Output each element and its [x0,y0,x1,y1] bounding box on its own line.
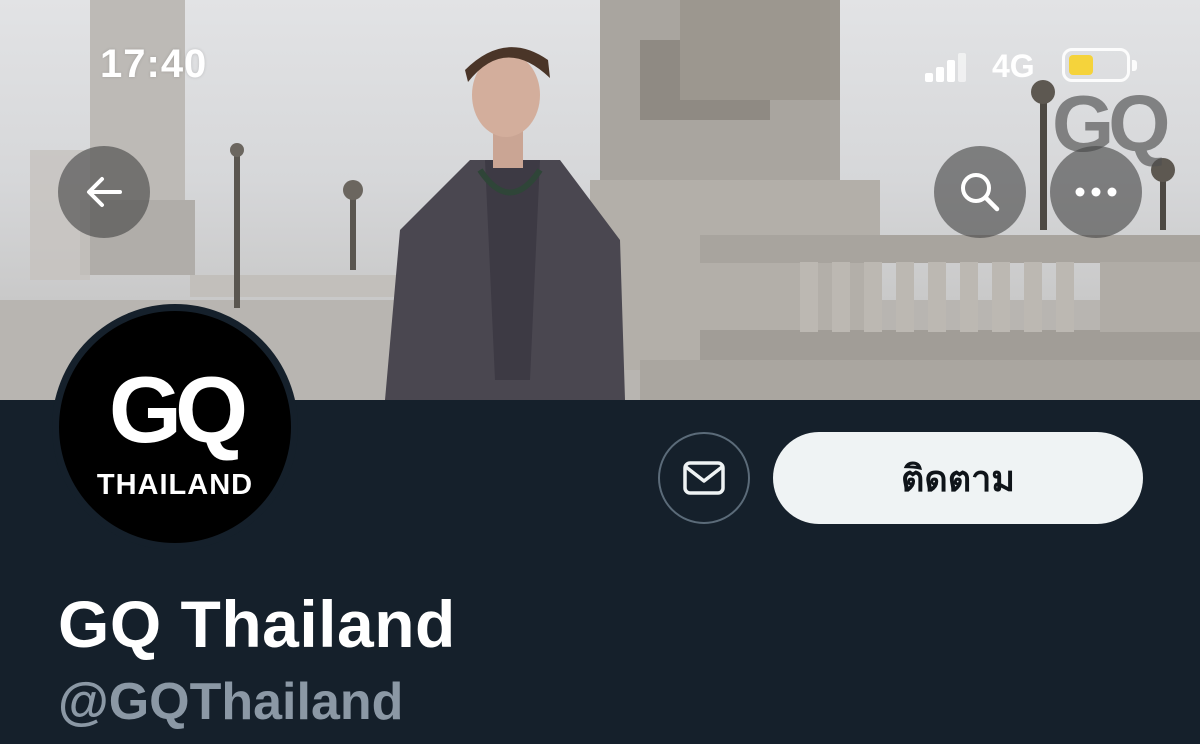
message-button[interactable] [658,432,750,524]
arrow-left-icon [87,177,122,207]
profile-display-name: GQ Thailand [58,587,456,661]
status-time: 17:40 [100,42,208,86]
avatar-logo-subtext: THAILAND [96,469,254,501]
more-horizontal-icon [1075,187,1117,197]
follow-button[interactable]: ติดตาม [773,432,1143,524]
search-button[interactable] [934,146,1026,238]
profile-handle: @GQThailand [58,673,404,731]
avatar[interactable]: GQ THAILAND [52,304,298,550]
back-button[interactable] [58,146,150,238]
signal-strength-icon [925,52,967,82]
envelope-icon [683,461,725,495]
search-icon [961,173,1000,212]
more-options-button[interactable] [1050,146,1142,238]
battery-icon [1062,48,1137,82]
network-type: 4G [992,48,1035,84]
avatar-logo-text: GQ [108,357,248,462]
